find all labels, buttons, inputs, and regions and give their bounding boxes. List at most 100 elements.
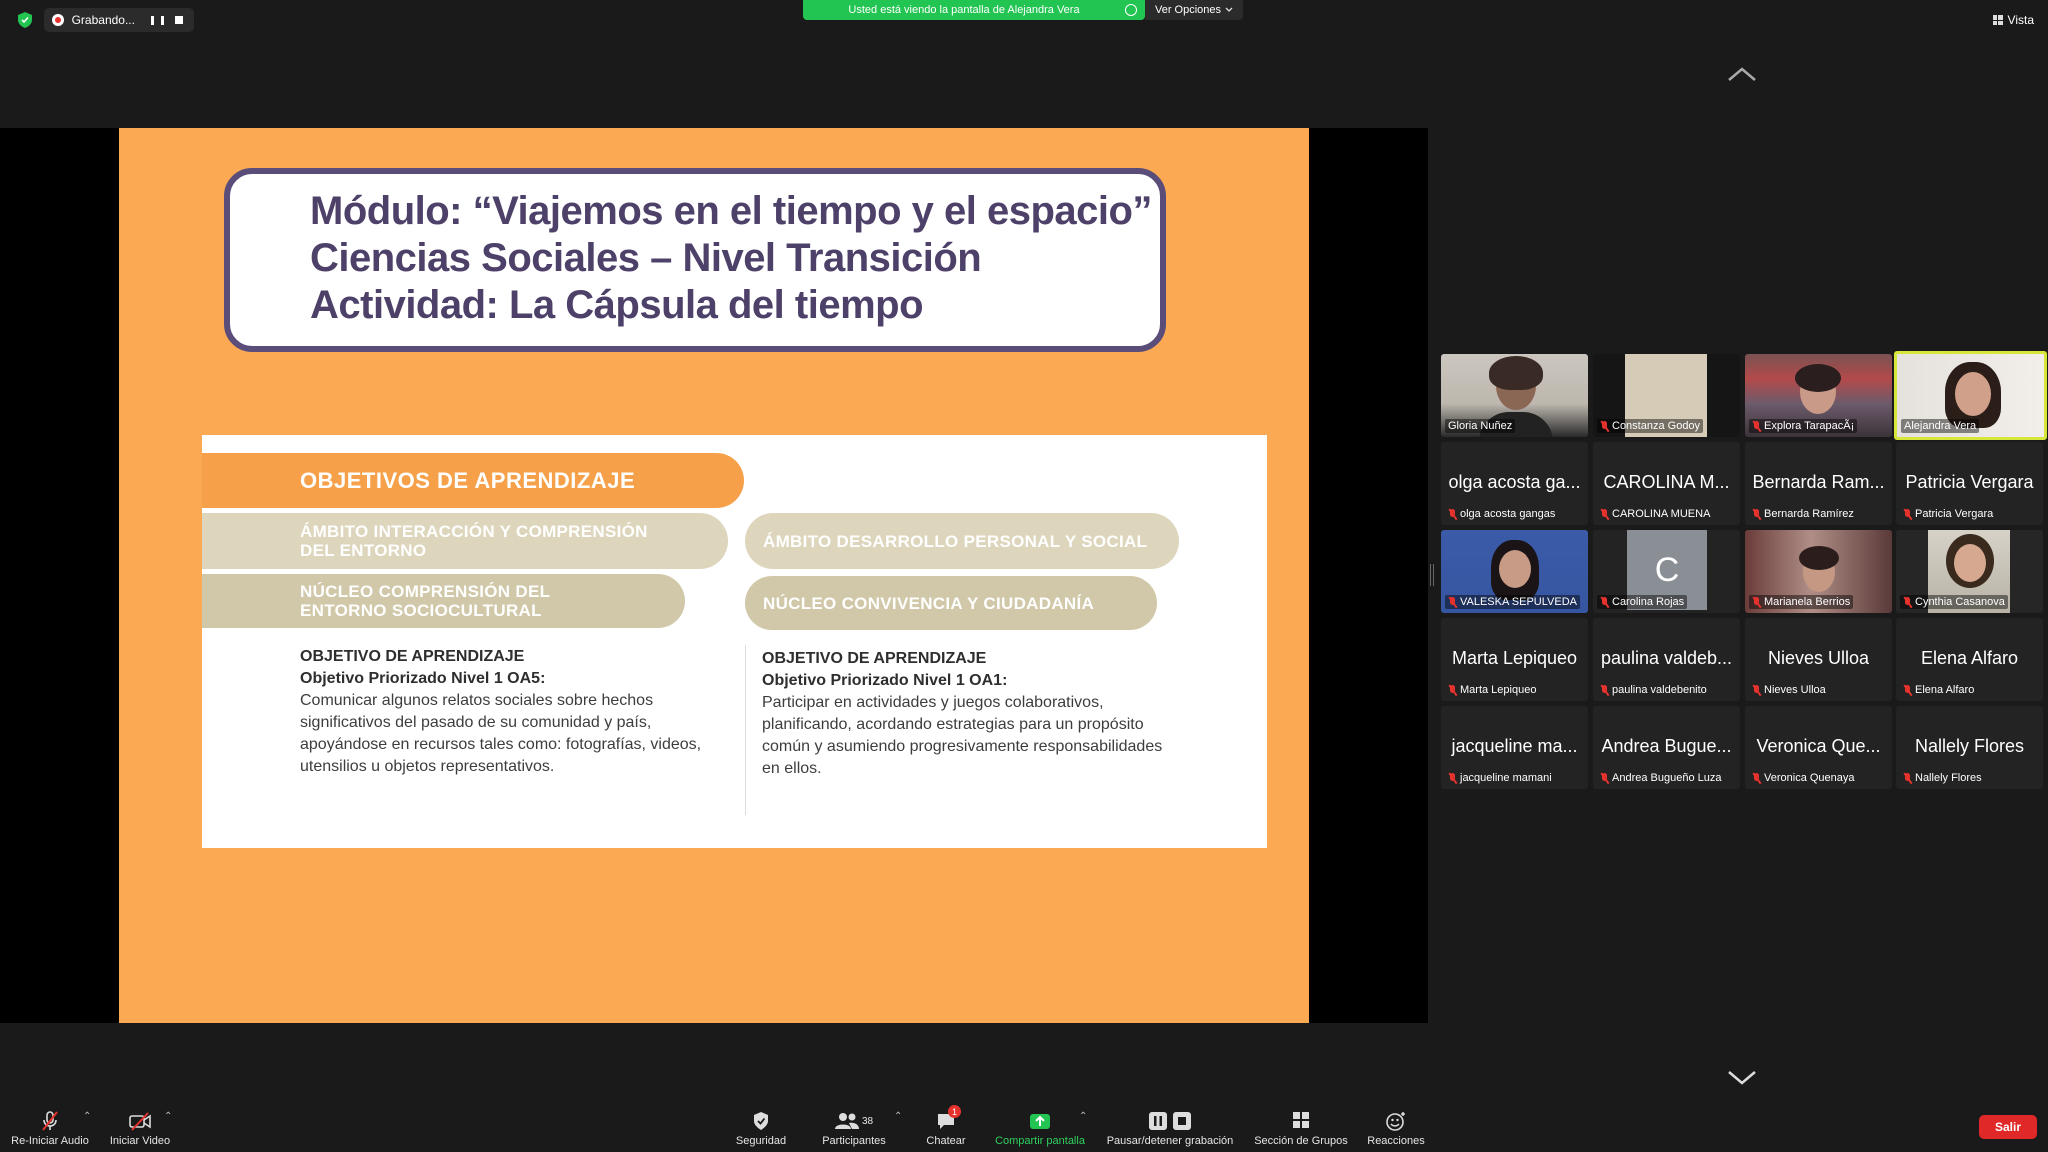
participant-tile-olga[interactable]: olga acosta ga... olga acosta gangas xyxy=(1441,442,1588,525)
view-options-label: Ver Opciones xyxy=(1154,4,1222,16)
people-icon xyxy=(834,1113,859,1129)
participant-name-label: Marta Lepiqueo xyxy=(1445,683,1539,697)
share-options-caret-icon[interactable]: ⌃ xyxy=(1079,1111,1087,1122)
leave-meeting-button[interactable]: Salir xyxy=(1979,1115,2037,1139)
pause-recording-icon[interactable] xyxy=(151,13,165,27)
person-face xyxy=(1954,544,1986,582)
mic-muted-icon xyxy=(1752,596,1761,608)
participant-tile-marta[interactable]: Marta Lepiqueo Marta Lepiqueo xyxy=(1441,618,1588,701)
participants-button[interactable]: 38 Participantes xyxy=(816,1103,892,1152)
slide-title-line-1: Módulo: “Viajemos en el tiempo y el espa… xyxy=(310,189,1152,233)
participant-name-label: Andrea Bugueño Luza xyxy=(1597,771,1724,785)
left-objective-text: OBJETIVO DE APRENDIZAJE Objetivo Prioriz… xyxy=(300,646,730,778)
slide-title-line-2: Ciencias Sociales – Nivel Transición xyxy=(310,236,982,280)
panel-resize-handle[interactable] xyxy=(1430,564,1434,586)
right-objective-text: OBJETIVO DE APRENDIZAJE Objetivo Prioriz… xyxy=(762,648,1222,780)
participants-button-label: Participantes xyxy=(822,1135,886,1147)
security-button[interactable]: Seguridad xyxy=(728,1103,794,1152)
participant-tile-nieves[interactable]: Nieves Ulloa Nieves Ulloa xyxy=(1745,618,1892,701)
recording-label: Grabando... xyxy=(71,13,135,27)
participant-display-name: Nieves Ulloa xyxy=(1767,648,1870,668)
audio-button[interactable]: Re-Iniciar Audio xyxy=(8,1103,92,1152)
participant-tile-valeska[interactable]: VALESKA SEPULVEDA xyxy=(1441,530,1588,613)
share-screen-button-label: Compartir pantalla xyxy=(995,1135,1085,1147)
chat-button-label: Chatear xyxy=(926,1135,966,1147)
participant-name-label: Explora TarapacÃ¡ xyxy=(1749,419,1858,433)
participant-tile-constanza[interactable]: Constanza Godoy xyxy=(1593,354,1740,437)
gallery-prev-chevron-up-icon[interactable] xyxy=(1727,66,1757,82)
left-nucleo-line-2: ENTORNO SOCIOCULTURAL xyxy=(300,601,542,620)
left-nucleo-line-1: NÚCLEO COMPRENSIÓN DEL xyxy=(300,582,551,601)
person-hair xyxy=(1795,364,1841,392)
person-hair xyxy=(1489,356,1543,390)
mic-muted-icon xyxy=(1600,772,1609,784)
video-button-label: Iniciar Video xyxy=(109,1135,171,1147)
participant-name-label: olga acosta gangas xyxy=(1445,507,1558,521)
participant-display-name: Elena Alfaro xyxy=(1920,648,2019,668)
participants-count: 38 xyxy=(861,1115,874,1127)
recording-dot-icon xyxy=(52,14,64,26)
participants-options-caret-icon[interactable]: ⌃ xyxy=(894,1111,902,1122)
chat-button[interactable]: 1 Chatear xyxy=(916,1103,976,1152)
view-button[interactable]: Vista xyxy=(1992,10,2034,30)
participant-tile-patricia[interactable]: Patricia Vergara Patricia Vergara xyxy=(1896,442,2043,525)
person-hair xyxy=(1799,546,1839,570)
share-screen-icon xyxy=(1030,1114,1050,1129)
recording-controls-button[interactable]: Pausar/detener grabación xyxy=(1103,1103,1237,1152)
presentation-slide: Módulo: “Viajemos en el tiempo y el espa… xyxy=(119,128,1309,1023)
participant-name-label: Marianela Berrios xyxy=(1749,595,1854,609)
person-face xyxy=(1499,550,1531,588)
stop-recording-icon[interactable] xyxy=(172,13,186,27)
video-options-caret-icon[interactable]: ⌃ xyxy=(164,1111,172,1122)
mic-muted-icon xyxy=(1752,420,1761,432)
participant-tile-jacqueline[interactable]: jacqueline ma... jacqueline mamani xyxy=(1441,706,1588,789)
screen-share-banner: Usted está viendo la pantalla de Alejand… xyxy=(803,0,1145,20)
recording-controls-icon xyxy=(1147,1111,1193,1131)
microphone-muted-icon xyxy=(42,1111,58,1131)
participant-display-name: Nallely Flores xyxy=(1914,736,2025,756)
participant-tile-paulina[interactable]: paulina valdeb... paulina valdebenito xyxy=(1593,618,1740,701)
participant-tile-marianela[interactable]: Marianela Berrios xyxy=(1745,530,1892,613)
breakout-rooms-button[interactable]: Sección de Grupos xyxy=(1250,1103,1352,1152)
person-face xyxy=(1955,372,1991,416)
right-nucleo-pill: NÚCLEO CONVIVENCIA Y CIUDADANÍA xyxy=(745,576,1157,630)
participant-tile-alejandra-active-speaker[interactable]: Alejandra Vera xyxy=(1894,351,2047,440)
participant-name-label: jacqueline mamani xyxy=(1445,771,1555,785)
left-ambito-line-2: DEL ENTORNO xyxy=(300,541,427,560)
mic-muted-icon xyxy=(1903,772,1912,784)
reactions-button[interactable]: Reacciones xyxy=(1362,1103,1430,1152)
shared-screen: Módulo: “Viajemos en el tiempo y el espa… xyxy=(0,128,1428,1023)
left-nucleo-pill: NÚCLEO COMPRENSIÓN DEL ENTORNO SOCIOCULT… xyxy=(202,574,685,628)
mic-muted-icon xyxy=(1752,508,1761,520)
meeting-toolbar: Re-Iniciar Audio ⌃ Iniciar Video ⌃ Segur… xyxy=(0,1103,2048,1152)
mic-muted-icon xyxy=(1448,684,1457,696)
participant-name-label: Patricia Vergara xyxy=(1900,507,1996,521)
audio-options-caret-icon[interactable]: ⌃ xyxy=(83,1111,91,1122)
participant-tile-explora[interactable]: Explora TarapacÃ¡ xyxy=(1745,354,1892,437)
mic-muted-icon xyxy=(1448,508,1457,520)
mic-muted-icon xyxy=(1903,684,1912,696)
participant-name-label: Veronica Quenaya xyxy=(1749,771,1858,785)
view-options-button[interactable]: Ver Opciones xyxy=(1145,0,1243,20)
share-screen-button[interactable]: Compartir pantalla xyxy=(988,1103,1092,1152)
participant-name-label: paulina valdebenito xyxy=(1597,683,1710,697)
participant-display-name: Veronica Que... xyxy=(1756,736,1881,756)
participant-tile-gloria[interactable]: Gloria Nuñez xyxy=(1441,354,1588,437)
participant-display-name: Bernarda Ram... xyxy=(1752,472,1885,492)
participant-tile-elena[interactable]: Elena Alfaro Elena Alfaro xyxy=(1896,618,2043,701)
grid-view-icon xyxy=(1992,15,2003,25)
participant-tile-bernarda[interactable]: Bernarda Ram... Bernarda Ramírez xyxy=(1745,442,1892,525)
participant-tile-carolina-rojas[interactable]: C Carolina Rojas xyxy=(1593,530,1740,613)
mic-muted-icon xyxy=(1752,772,1761,784)
mic-muted-icon xyxy=(1600,684,1609,696)
participant-display-name: paulina valdeb... xyxy=(1600,648,1733,668)
objectives-panel: OBJETIVOS DE APRENDIZAJE ÁMBITO INTERACC… xyxy=(202,435,1267,848)
participant-tile-veronica[interactable]: Veronica Que... Veronica Quenaya xyxy=(1745,706,1892,789)
participant-tile-andrea[interactable]: Andrea Bugue... Andrea Bugueño Luza xyxy=(1593,706,1740,789)
participant-tile-cynthia[interactable]: Cynthia Casanova xyxy=(1896,530,2043,613)
participant-tile-carolina-muena[interactable]: CAROLINA M... CAROLINA MUENA xyxy=(1593,442,1740,525)
participant-tile-nallely[interactable]: Nallely Flores Nallely Flores xyxy=(1896,706,2043,789)
left-ambito-line-1: ÁMBITO INTERACCIÓN Y COMPRENSIÓN xyxy=(300,522,648,541)
right-nucleo-label: NÚCLEO CONVIVENCIA Y CIUDADANÍA xyxy=(763,593,1095,613)
gallery-next-chevron-down-icon[interactable] xyxy=(1727,1070,1757,1086)
